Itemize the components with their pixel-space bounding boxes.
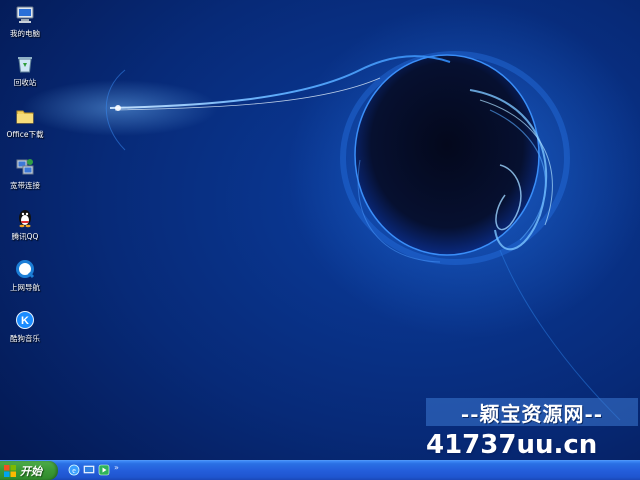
show-desktop-icon[interactable] bbox=[83, 464, 95, 476]
svg-text:K: K bbox=[21, 315, 29, 327]
quick-launch-chevron[interactable]: » bbox=[114, 463, 119, 472]
desktop-icon-qq[interactable]: 腾讯QQ bbox=[2, 206, 48, 242]
desktop-icon-kugou[interactable]: K 酷狗音乐 bbox=[2, 308, 48, 344]
desktop-icon-label: 回收站 bbox=[13, 78, 37, 87]
desktop-icon-broadband[interactable]: 宽带连接 bbox=[2, 155, 48, 191]
taskbar: 开始 e » bbox=[0, 460, 640, 480]
qq-penguin-icon bbox=[13, 206, 37, 230]
desktop-icon-label: 上网导航 bbox=[10, 283, 40, 292]
my-computer-icon bbox=[13, 3, 37, 27]
svg-text:e: e bbox=[72, 466, 76, 475]
desktop-screen: 我的电脑 回收站 Office下载 宽带连接 腾讯QQ 上网导航 K 酷狗音乐 … bbox=[0, 0, 640, 480]
media-player-icon[interactable] bbox=[98, 464, 110, 476]
desktop-icon-label: Office下载 bbox=[6, 130, 44, 139]
start-button[interactable]: 开始 bbox=[0, 461, 58, 480]
watermark: --颖宝资源网-- 41737uu.cn bbox=[420, 398, 640, 460]
browser-navigation-icon bbox=[13, 257, 37, 281]
desktop-icon-office-download[interactable]: Office下载 bbox=[2, 104, 48, 140]
desktop-icon-web-nav[interactable]: 上网导航 bbox=[2, 257, 48, 293]
desktop-icon-label: 腾讯QQ bbox=[11, 232, 39, 241]
recycle-bin-icon bbox=[13, 52, 37, 76]
broadband-connection-icon bbox=[13, 155, 37, 179]
desktop-icon-label: 我的电脑 bbox=[10, 29, 40, 38]
desktop-icon-my-computer[interactable]: 我的电脑 bbox=[2, 3, 48, 39]
desktop-icon-recycle-bin[interactable]: 回收站 bbox=[2, 52, 48, 88]
watermark-site-name: --颖宝资源网-- bbox=[426, 398, 638, 426]
ie-browser-icon[interactable]: e bbox=[68, 464, 80, 476]
folder-icon bbox=[13, 104, 37, 128]
windows-logo-icon bbox=[4, 464, 16, 477]
kugou-music-icon: K bbox=[13, 308, 37, 332]
desktop-icon-label: 酷狗音乐 bbox=[10, 334, 40, 343]
watermark-domain: 41737uu.cn bbox=[426, 430, 598, 460]
desktop-icon-label: 宽带连接 bbox=[10, 181, 40, 190]
wallpaper-art bbox=[105, 51, 621, 421]
start-label: 开始 bbox=[20, 464, 42, 478]
